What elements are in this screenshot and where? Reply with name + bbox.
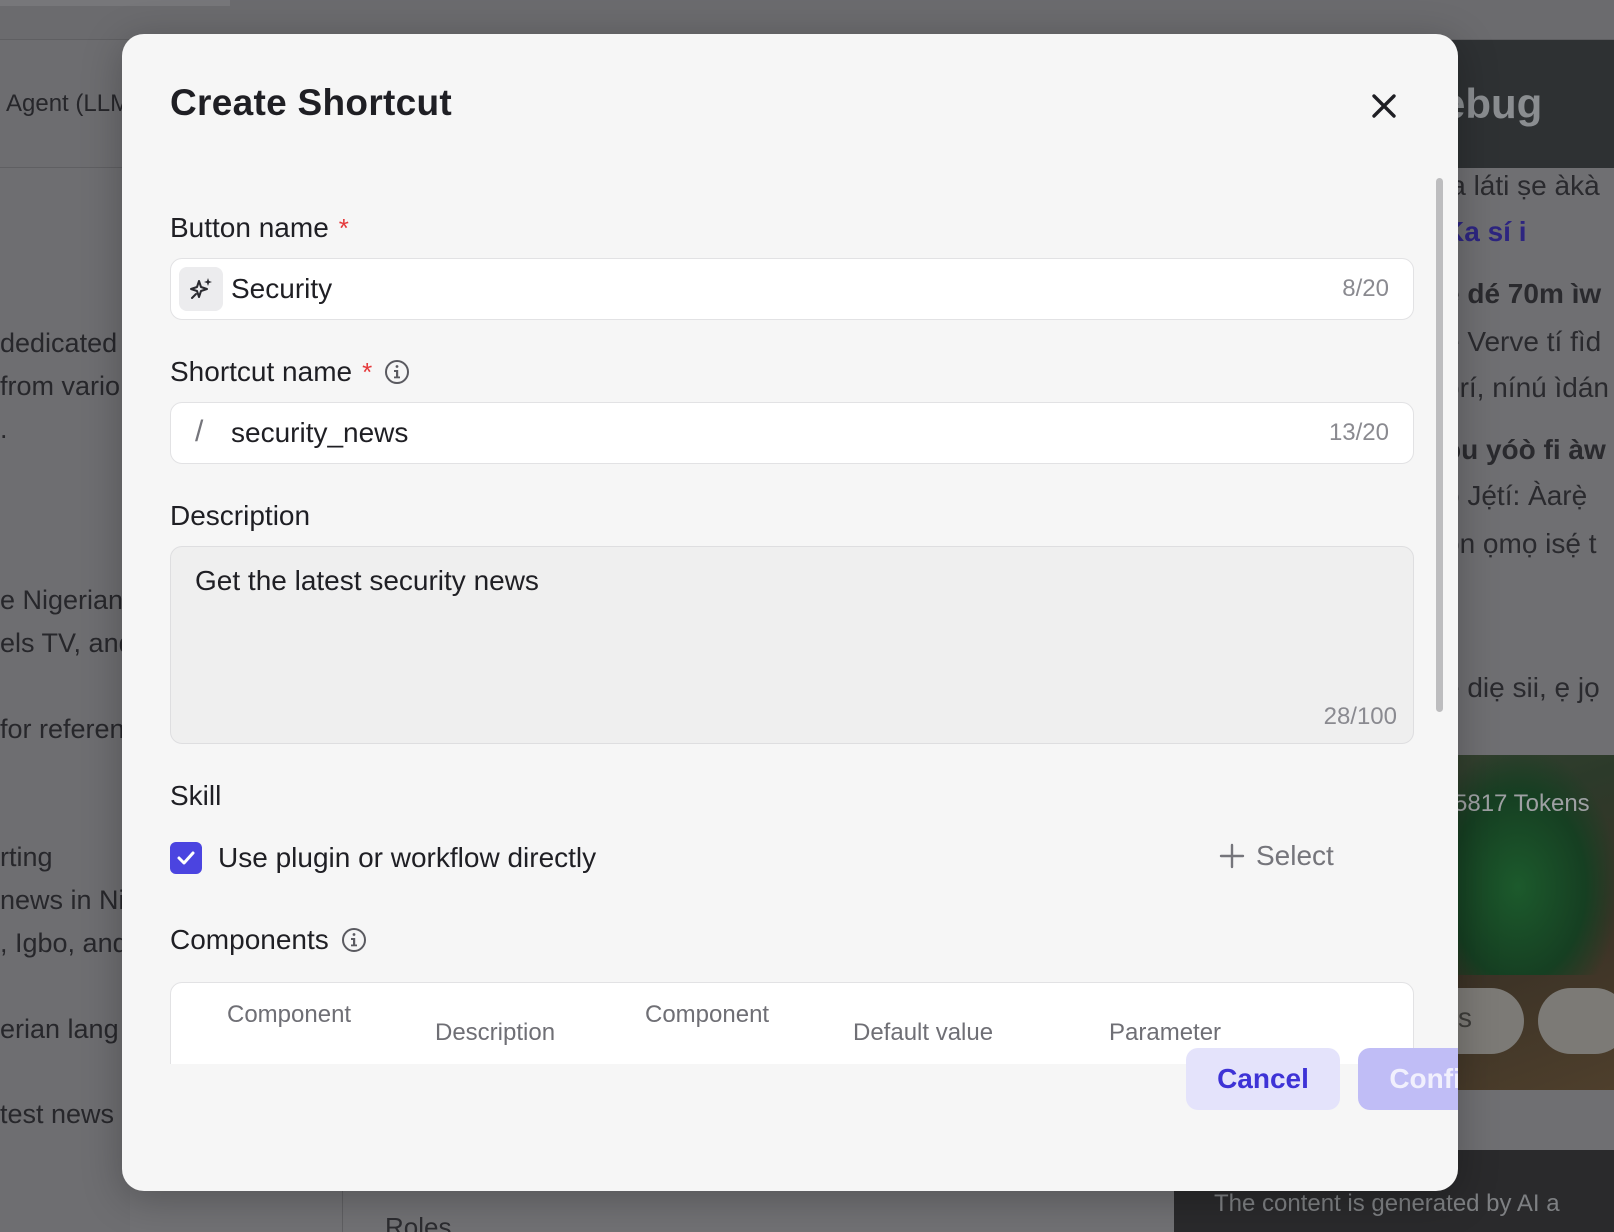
use-plugin-label[interactable]: Use plugin or workflow directly bbox=[218, 842, 596, 874]
description-label-text: Description bbox=[170, 500, 311, 531]
background-chat-line: ọu yóò fi àw bbox=[1444, 434, 1606, 465]
background-text-line: from vario bbox=[0, 371, 121, 401]
table-header-component-type: Component bbox=[645, 1001, 770, 1028]
description-value: Get the latest security news bbox=[195, 565, 539, 596]
background-agent-mode-label: Agent (LLM bbox=[6, 90, 131, 117]
components-label-text: Components bbox=[170, 924, 329, 955]
button-name-field[interactable]: Security 8/20 bbox=[170, 258, 1414, 320]
background-text-line: . bbox=[0, 414, 8, 444]
info-icon[interactable] bbox=[341, 927, 367, 953]
button-name-value: Security bbox=[231, 273, 333, 304]
background-chat-line: e dé 70m ìw bbox=[1444, 278, 1602, 309]
background-text-line: news in Ni bbox=[0, 885, 125, 915]
background-text-line: erian lang bbox=[0, 1014, 119, 1044]
background-text-line: e Nigerian bbox=[0, 585, 124, 615]
create-shortcut-dialog: Create Shortcut Button name * Security 8… bbox=[122, 34, 1458, 1191]
shortcut-name-field[interactable]: / security_news 13/20 bbox=[170, 402, 1414, 464]
background-section-label: Roles bbox=[385, 1212, 452, 1232]
background-chat-line: ọrí, nínú ìdán bbox=[1444, 372, 1610, 403]
shortcut-name-counter: 13/20 bbox=[1328, 419, 1389, 446]
background-chat-line: ó Jẹ́tí: Àarẹ̀ bbox=[1444, 480, 1588, 511]
description-label: Description bbox=[170, 500, 310, 532]
checkmark-icon bbox=[177, 851, 195, 865]
select-skill-button[interactable]: Select bbox=[1218, 840, 1334, 872]
background-suggestion-chip bbox=[1538, 988, 1614, 1054]
table-header-description: Description bbox=[435, 1019, 556, 1046]
plus-icon bbox=[1219, 843, 1245, 869]
close-button[interactable] bbox=[1364, 86, 1404, 126]
background-text-line: rting bbox=[0, 842, 53, 872]
dialog-title: Create Shortcut bbox=[170, 82, 453, 123]
background-chat-line: ẹ́ Verve tí fìd bbox=[1444, 326, 1602, 357]
required-mark: * bbox=[338, 212, 349, 243]
background-bottom-strip bbox=[130, 1190, 1174, 1232]
shortcut-slash-prefix: / bbox=[195, 415, 204, 448]
button-name-label-text: Button name bbox=[170, 212, 329, 243]
background-persona-text: dedicated from vario . e Nigerian els TV… bbox=[0, 168, 130, 1232]
background-text-line: test news bbox=[0, 1099, 115, 1129]
required-mark: * bbox=[362, 356, 373, 387]
components-label: Components bbox=[170, 924, 367, 956]
button-name-counter: 8/20 bbox=[1342, 275, 1389, 302]
sparkle-icon bbox=[190, 278, 212, 299]
background-chat-line: e diẹ sii, ẹ jọ bbox=[1444, 672, 1600, 703]
button-icon-picker[interactable] bbox=[179, 267, 223, 311]
description-textarea[interactable]: Get the latest security news 28/100 bbox=[170, 546, 1414, 744]
background-image-leaf bbox=[1454, 755, 1614, 975]
cancel-button[interactable]: Cancel bbox=[1186, 1048, 1340, 1110]
use-plugin-checkbox[interactable] bbox=[170, 842, 202, 874]
close-icon bbox=[1372, 94, 1396, 118]
info-icon[interactable] bbox=[384, 359, 410, 385]
background-chat-line: ia láti ṣe àkà bbox=[1444, 170, 1600, 201]
background-text-line: , Igbo, and bbox=[0, 928, 128, 958]
skill-label-text: Skill bbox=[170, 780, 222, 811]
confirm-button[interactable]: Confirm bbox=[1358, 1048, 1458, 1110]
background-chat-line: ọn ọmọ isẹ́ t bbox=[1444, 528, 1597, 559]
dialog-scrollbar[interactable] bbox=[1436, 178, 1443, 712]
select-skill-label: Select bbox=[1256, 840, 1334, 871]
shortcut-name-label: Shortcut name * bbox=[170, 356, 410, 388]
background-text-line: els TV, and bbox=[0, 628, 130, 658]
background-text-line: for referen bbox=[0, 714, 125, 744]
shortcut-name-value: security_news bbox=[231, 417, 409, 448]
description-counter: 28/100 bbox=[1323, 703, 1397, 730]
background-tab-pill bbox=[0, 0, 230, 6]
table-header-component: Component bbox=[227, 1001, 352, 1028]
dialog-form-scroll-area[interactable]: Button name * Security 8/20 Shortcut nam… bbox=[122, 174, 1458, 1064]
background-token-count: 5817 Tokens bbox=[1454, 790, 1590, 817]
button-name-label: Button name * bbox=[170, 212, 349, 244]
background-ai-disclaimer: The content is generated by AI a bbox=[1214, 1190, 1560, 1217]
background-agent-header: Agent (LLM bbox=[0, 40, 130, 168]
table-header-parameter: Parameter bbox=[1109, 1019, 1222, 1046]
background-divider bbox=[342, 1190, 343, 1232]
table-header-default-value: Default value bbox=[853, 1019, 994, 1046]
skill-label: Skill bbox=[170, 780, 221, 812]
shortcut-name-label-text: Shortcut name bbox=[170, 356, 353, 387]
background-text-line: dedicated bbox=[0, 328, 118, 358]
